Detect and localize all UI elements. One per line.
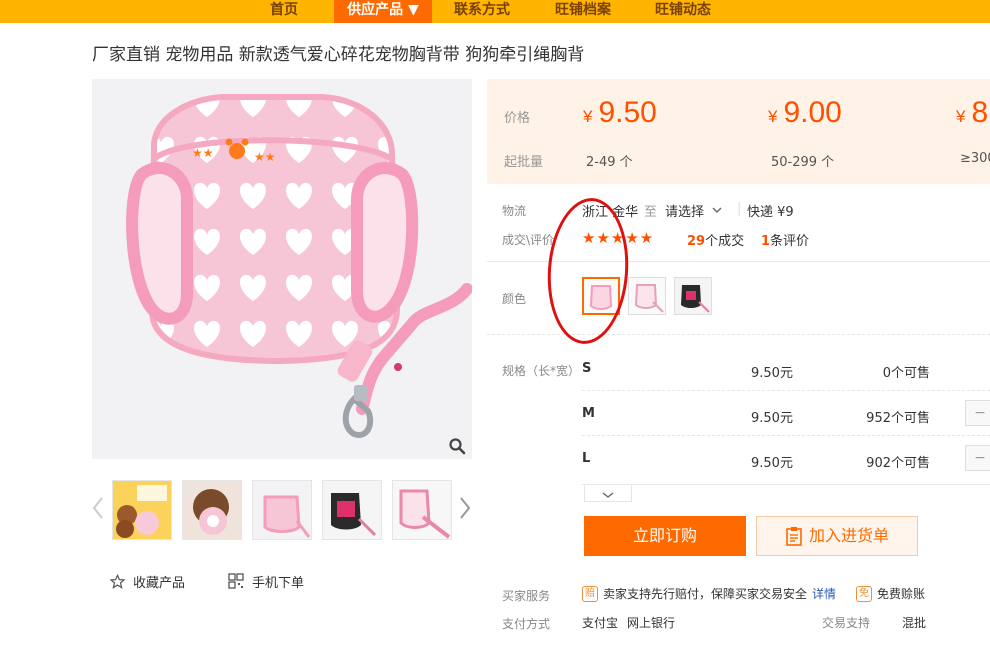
divider-line [487,261,990,262]
chevron-down-icon [712,207,722,213]
size-l-stock: 902个可售 [866,456,930,471]
price-tier-3: ¥8 [956,96,989,129]
size-m-stock: 952个可售 [866,411,930,426]
size-l-decrease-button[interactable]: − [965,445,990,471]
free-badge-icon: 免 [856,585,872,602]
guarantee-text: 卖家支持先行赔付，保障买家交易安全 [603,587,808,601]
size-s-name: S [582,361,592,376]
thumbnail-2[interactable] [182,480,242,540]
mobile-order-button[interactable]: 手机下单 [228,572,305,591]
price-panel: 价格 起批量 ¥9.50 2-49 个 ¥9.00 50-299 个 ¥8 ≥3… [487,79,990,184]
qrcode-icon [228,573,244,589]
destination-value: 请选择 [665,204,705,220]
star-outline-icon [110,573,125,589]
chevron-down-icon [602,492,614,498]
price-label: 价格 [504,111,531,126]
add-to-cart-label: 加入进货单 [808,526,889,545]
nav-home[interactable]: 首页 [244,0,324,23]
color-swatch-pink-print[interactable] [628,277,666,315]
main-product-image[interactable]: ★★ ★★ [92,79,472,459]
thumbnail-4[interactable] [322,480,382,540]
thumb-prev-arrow-icon[interactable] [92,496,104,520]
divider-line [582,390,990,391]
buyer-service-label: 买家服务 [502,589,551,603]
size-l-name: L [582,451,591,466]
nav-contact[interactable]: 联系方式 [440,0,524,23]
nav-products[interactable]: 供应产品 ▼ [334,0,432,23]
deal-count[interactable]: 29个成交 [687,230,744,249]
shield-badge-icon: 赔 [582,585,598,602]
size-m-price: 9.50元 [751,411,793,426]
divider-line [487,334,990,335]
rating-stars: ★★★★★ [582,229,655,247]
trade-support-label: 交易支持 [822,616,871,630]
size-l-price: 9.50元 [751,456,793,471]
payment-alipay: 支付宝 [582,616,619,630]
mobile-order-label: 手机下单 [252,575,305,591]
nav-news[interactable]: 旺铺动态 [640,0,726,23]
trade-support-value: 混批 [902,616,927,630]
top-nav: 首页 供应产品 ▼ 联系方式 旺铺档案 旺铺动态 [0,0,990,23]
expand-sizes-button[interactable] [584,484,632,502]
logistics-label: 物流 [502,204,527,218]
review-count[interactable]: 1条评价 [761,230,809,249]
favorite-label: 收藏产品 [133,575,186,591]
clipboard-icon [786,527,802,546]
payment-label: 支付方式 [502,617,551,631]
thumbnail-5[interactable] [392,480,452,540]
destination-select[interactable]: 请选择 [665,201,722,220]
add-to-cart-button[interactable]: 加入进货单 [756,516,918,556]
range-tier-3: ≥300 [960,151,990,166]
ship-from: 浙江 金华 [582,205,639,220]
zoom-icon[interactable] [448,437,466,455]
free-credit-text: 免费赊账 [877,587,926,601]
favorite-product-button[interactable]: 收藏产品 [110,572,186,591]
guarantee-details-link[interactable]: 详情 [812,585,836,602]
price-tier-2: ¥9.00 [768,96,842,129]
free-credit-service: 免 免费赊账 [856,585,925,602]
svg-text:★★: ★★ [192,146,214,160]
payment-online-bank: 网上银行 [627,616,676,630]
size-label: 规格（长*宽） [502,364,581,378]
thumbnail-3[interactable] [252,480,312,540]
price-tier-1: ¥9.50 [583,96,657,129]
nav-archive[interactable]: 旺铺档案 [540,0,626,23]
ship-to-word: 至 [644,205,658,220]
guarantee-service: 赔 卖家支持先行赔付，保障买家交易安全 详情 [582,585,836,602]
color-label: 颜色 [502,292,527,306]
buy-now-button[interactable]: 立即订购 [584,516,746,556]
rating-label: 成交\评价 [502,233,555,247]
size-m-decrease-button[interactable]: − [965,400,990,426]
moq-label: 起批量 [504,155,544,170]
size-s-stock: 0个可售 [882,366,930,381]
divider-line [582,484,990,485]
size-s-price: 9.50元 [751,366,793,381]
size-m-name: M [582,406,595,421]
color-swatch-black[interactable] [674,277,712,315]
range-tier-2: 50-299 个 [771,155,835,170]
thumbnail-1[interactable] [112,480,172,540]
thumb-next-arrow-icon[interactable] [459,496,471,520]
divider-line [582,435,990,436]
svg-text:★★: ★★ [254,150,276,164]
express-fee: 快递 ¥9 [747,205,794,220]
divider: | [737,201,742,216]
range-tier-1: 2-49 个 [586,155,633,170]
color-swatch-pink[interactable] [582,277,620,315]
product-title: 厂家直销 宠物用品 新款透气爱心碎花宠物胸背带 狗狗牵引绳胸背 [92,45,585,65]
